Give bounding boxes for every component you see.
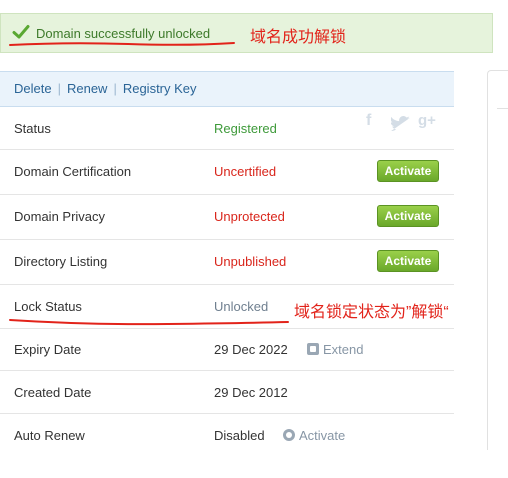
side-panel-divider bbox=[497, 108, 508, 109]
refresh-icon bbox=[283, 429, 295, 441]
created-label: Created Date bbox=[14, 385, 92, 400]
expiry-value: 29 Dec 2022 bbox=[214, 342, 288, 357]
twitter-bird-icon[interactable] bbox=[391, 116, 411, 132]
google-plus-icon[interactable]: g+ bbox=[418, 112, 436, 129]
privacy-row: Domain Privacy Unprotected Activate bbox=[0, 195, 454, 240]
certification-label: Domain Certification bbox=[14, 164, 132, 179]
privacy-label: Domain Privacy bbox=[14, 209, 106, 224]
activate-directory-button[interactable]: Activate bbox=[377, 250, 439, 272]
directory-value: Unpublished bbox=[214, 254, 287, 269]
registry-key-link[interactable]: Registry Key bbox=[123, 81, 197, 96]
side-panel bbox=[487, 70, 508, 450]
directory-row: Directory Listing Unpublished Activate bbox=[0, 240, 454, 285]
lock-status-label: Lock Status bbox=[14, 299, 82, 314]
status-row: Status Registered f g+ bbox=[0, 107, 454, 150]
auto-renew-label: Auto Renew bbox=[14, 428, 85, 443]
auto-renew-activate-link[interactable]: Activate bbox=[283, 428, 345, 443]
delete-link[interactable]: Delete bbox=[14, 81, 52, 96]
expiry-label: Expiry Date bbox=[14, 342, 82, 357]
toolbar-separator: | bbox=[113, 81, 117, 96]
lock-status-value: Unlocked bbox=[214, 299, 269, 314]
banner-annotation: 域名成功解锁 bbox=[250, 29, 347, 46]
extend-link[interactable]: Extend bbox=[307, 342, 363, 357]
domain-toolbar: Delete | Renew | Registry Key bbox=[0, 71, 454, 107]
auto-renew-activate-label: Activate bbox=[299, 428, 346, 443]
created-value: 29 Dec 2012 bbox=[214, 385, 288, 400]
renew-link[interactable]: Renew bbox=[67, 81, 107, 96]
privacy-value: Unprotected bbox=[214, 209, 285, 224]
status-value: Registered bbox=[214, 121, 277, 136]
toolbar-separator: | bbox=[57, 81, 61, 96]
expiry-row: Expiry Date 29 Dec 2022 Extend bbox=[0, 328, 454, 371]
certification-value: Uncertified bbox=[214, 164, 277, 179]
auto-renew-row: Auto Renew Disabled Activate bbox=[0, 414, 454, 457]
certification-row: Domain Certification Uncertified Activat… bbox=[0, 150, 454, 195]
extend-icon bbox=[307, 343, 319, 355]
activate-privacy-button[interactable]: Activate bbox=[377, 205, 439, 227]
banner-underline-annotation bbox=[9, 42, 235, 46]
auto-renew-value: Disabled bbox=[214, 428, 265, 443]
facebook-icon[interactable]: f bbox=[366, 112, 371, 130]
directory-label: Directory Listing bbox=[14, 254, 108, 269]
created-row: Created Date 29 Dec 2012 bbox=[0, 371, 454, 414]
activate-certification-button[interactable]: Activate bbox=[377, 160, 439, 182]
extend-label: Extend bbox=[323, 342, 364, 357]
lock-status-annotation: 域名锁定状态为”解锁“ bbox=[294, 304, 449, 321]
status-label: Status bbox=[14, 121, 51, 136]
